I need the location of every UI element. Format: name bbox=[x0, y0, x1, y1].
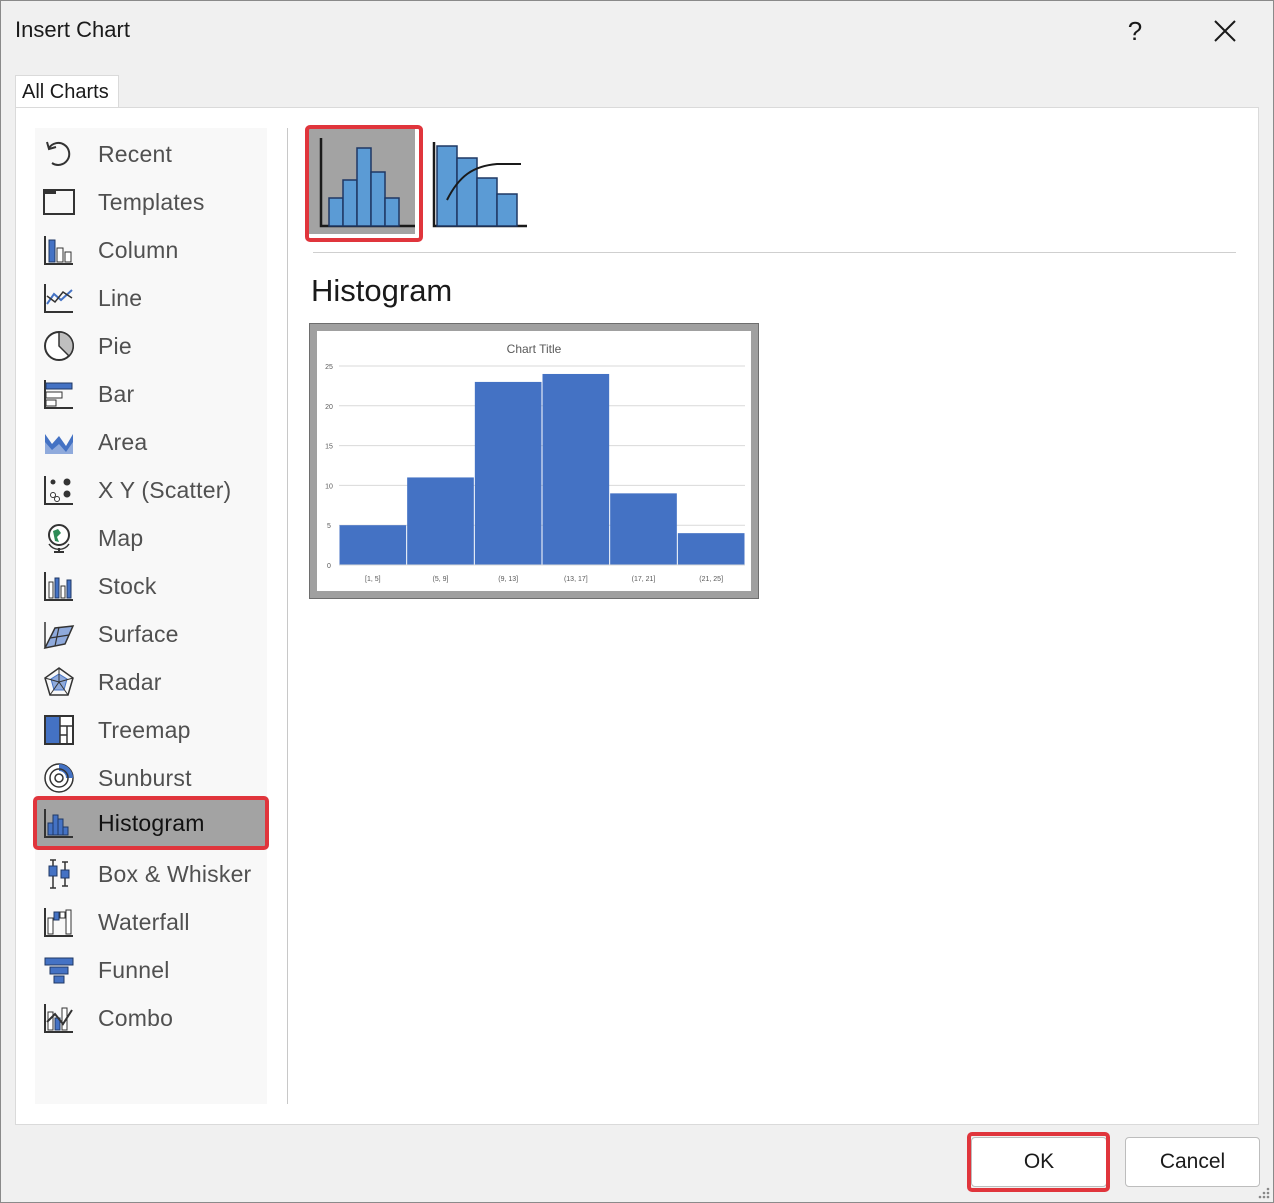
chart-type-label: Templates bbox=[98, 189, 205, 215]
scatter-chart-icon bbox=[43, 474, 75, 506]
chart-type-label: Column bbox=[98, 237, 179, 263]
y-tick-label: 10 bbox=[325, 483, 333, 490]
chart-type-column[interactable]: Column bbox=[35, 226, 267, 274]
subtype-histogram[interactable] bbox=[309, 128, 415, 234]
x-tick-label: (17, 21] bbox=[632, 576, 656, 583]
chart-type-heading: Histogram bbox=[311, 273, 453, 308]
chart-title: Chart Title bbox=[507, 342, 562, 356]
histogram-bar bbox=[339, 525, 407, 565]
histogram-chart-icon bbox=[43, 807, 75, 839]
chart-type-funnel[interactable]: Funnel bbox=[35, 946, 267, 994]
chart-type-label: Recent bbox=[98, 141, 173, 167]
chart-type-radar[interactable]: Radar bbox=[35, 658, 267, 706]
insert-chart-dialog: Insert Chart ? All Charts Recent Templat… bbox=[0, 0, 1274, 1203]
pareto-subtype-icon bbox=[432, 142, 527, 228]
chart-type-label: Stock bbox=[98, 573, 157, 599]
x-tick-label: [1, 5] bbox=[365, 576, 381, 583]
chart-type-map[interactable]: Map bbox=[35, 514, 267, 562]
tab-all-charts[interactable]: All Charts bbox=[15, 75, 119, 108]
resize-grip-icon[interactable] bbox=[1255, 1184, 1271, 1200]
close-button[interactable] bbox=[1199, 9, 1251, 53]
chart-preview: Chart Title 0 5 10 15 20 25 [1, 5] (5, 9] (9, 13]… bbox=[309, 323, 759, 599]
chart-type-label: Map bbox=[98, 525, 144, 551]
chart-type-area[interactable]: Area bbox=[35, 418, 267, 466]
chart-preview-canvas: Chart Title 0 5 10 15 20 25 [1, 5] (5, 9] (9, 13]… bbox=[317, 331, 751, 591]
chart-type-pie[interactable]: Pie bbox=[35, 322, 267, 370]
y-tick-label: 5 bbox=[327, 523, 331, 530]
chart-type-label: Histogram bbox=[98, 810, 205, 836]
y-tick-label: 20 bbox=[325, 404, 333, 411]
chart-type-label: Treemap bbox=[98, 717, 191, 743]
bar-chart-icon bbox=[43, 378, 75, 410]
x-tick-label: (21, 25] bbox=[699, 576, 723, 583]
chart-type-sunburst[interactable]: Sunburst bbox=[35, 754, 267, 802]
chart-type-label: X Y (Scatter) bbox=[98, 477, 232, 503]
histogram-bar bbox=[407, 477, 474, 565]
x-tick-label: (13, 17] bbox=[564, 576, 588, 583]
chart-type-line[interactable]: Line bbox=[35, 274, 267, 322]
dialog-title: Insert Chart bbox=[15, 17, 130, 42]
templates-icon bbox=[43, 186, 75, 218]
chart-type-bar[interactable]: Bar bbox=[35, 370, 267, 418]
chart-type-label: Surface bbox=[98, 621, 179, 647]
treemap-chart-icon bbox=[43, 714, 75, 746]
panel-divider bbox=[287, 128, 288, 1104]
stock-chart-icon bbox=[43, 570, 75, 602]
surface-chart-icon bbox=[43, 618, 75, 650]
recent-icon bbox=[43, 138, 75, 170]
box-whisker-chart-icon bbox=[43, 858, 75, 890]
chart-type-scatter[interactable]: X Y (Scatter) bbox=[35, 466, 267, 514]
subtype-pareto[interactable] bbox=[427, 128, 533, 234]
ok-button[interactable]: OK bbox=[971, 1137, 1107, 1187]
chart-type-recent[interactable]: Recent bbox=[35, 130, 267, 178]
area-chart-icon bbox=[43, 426, 75, 458]
chart-type-histogram[interactable]: Histogram bbox=[35, 799, 267, 847]
subtype-divider bbox=[313, 252, 1236, 253]
chart-type-label: Waterfall bbox=[98, 909, 190, 935]
histogram-preview-chart: Chart Title 0 5 10 15 20 25 [1, 5] (5, 9] (9, 13]… bbox=[325, 342, 745, 583]
combo-chart-icon bbox=[43, 1002, 75, 1034]
y-tick-label: 0 bbox=[327, 563, 331, 570]
chart-type-label: Funnel bbox=[98, 957, 170, 983]
chart-type-stock[interactable]: Stock bbox=[35, 562, 267, 610]
histogram-bar bbox=[677, 533, 745, 565]
cancel-button[interactable]: Cancel bbox=[1125, 1137, 1260, 1187]
x-tick-label: (5, 9] bbox=[433, 576, 449, 583]
chart-type-label: Sunburst bbox=[98, 765, 192, 791]
map-chart-icon bbox=[43, 522, 75, 554]
pie-chart-icon bbox=[43, 330, 75, 362]
y-tick-label: 25 bbox=[325, 364, 333, 371]
chart-type-waterfall[interactable]: Waterfall bbox=[35, 898, 267, 946]
chart-type-treemap[interactable]: Treemap bbox=[35, 706, 267, 754]
chart-type-label: Area bbox=[98, 429, 148, 455]
chart-type-templates[interactable]: Templates bbox=[35, 178, 267, 226]
close-icon bbox=[1214, 20, 1236, 42]
histogram-bar bbox=[610, 493, 677, 565]
chart-type-label: Radar bbox=[98, 669, 162, 695]
chart-type-surface[interactable]: Surface bbox=[35, 610, 267, 658]
x-tick-label: (9, 13] bbox=[498, 576, 518, 583]
chart-type-label: Box & Whisker bbox=[98, 861, 252, 887]
sunburst-chart-icon bbox=[43, 762, 75, 794]
help-button[interactable]: ? bbox=[1109, 9, 1161, 53]
histogram-bar bbox=[542, 373, 610, 565]
chart-type-label: Combo bbox=[98, 1005, 174, 1031]
histogram-bar bbox=[474, 381, 542, 565]
chart-type-label: Pie bbox=[98, 333, 132, 359]
chart-type-label: Line bbox=[98, 285, 143, 311]
histogram-subtype-icon bbox=[319, 138, 415, 228]
radar-chart-icon bbox=[43, 666, 75, 698]
title-bar: Insert Chart ? bbox=[1, 1, 1273, 61]
line-chart-icon bbox=[43, 282, 75, 314]
chart-type-box-whisker[interactable]: Box & Whisker bbox=[35, 850, 267, 898]
waterfall-chart-icon bbox=[43, 906, 75, 938]
column-chart-icon bbox=[43, 234, 75, 266]
chart-type-combo[interactable]: Combo bbox=[35, 994, 267, 1042]
chart-type-label: Bar bbox=[98, 381, 135, 407]
funnel-chart-icon bbox=[43, 954, 75, 986]
y-tick-label: 15 bbox=[325, 444, 333, 451]
